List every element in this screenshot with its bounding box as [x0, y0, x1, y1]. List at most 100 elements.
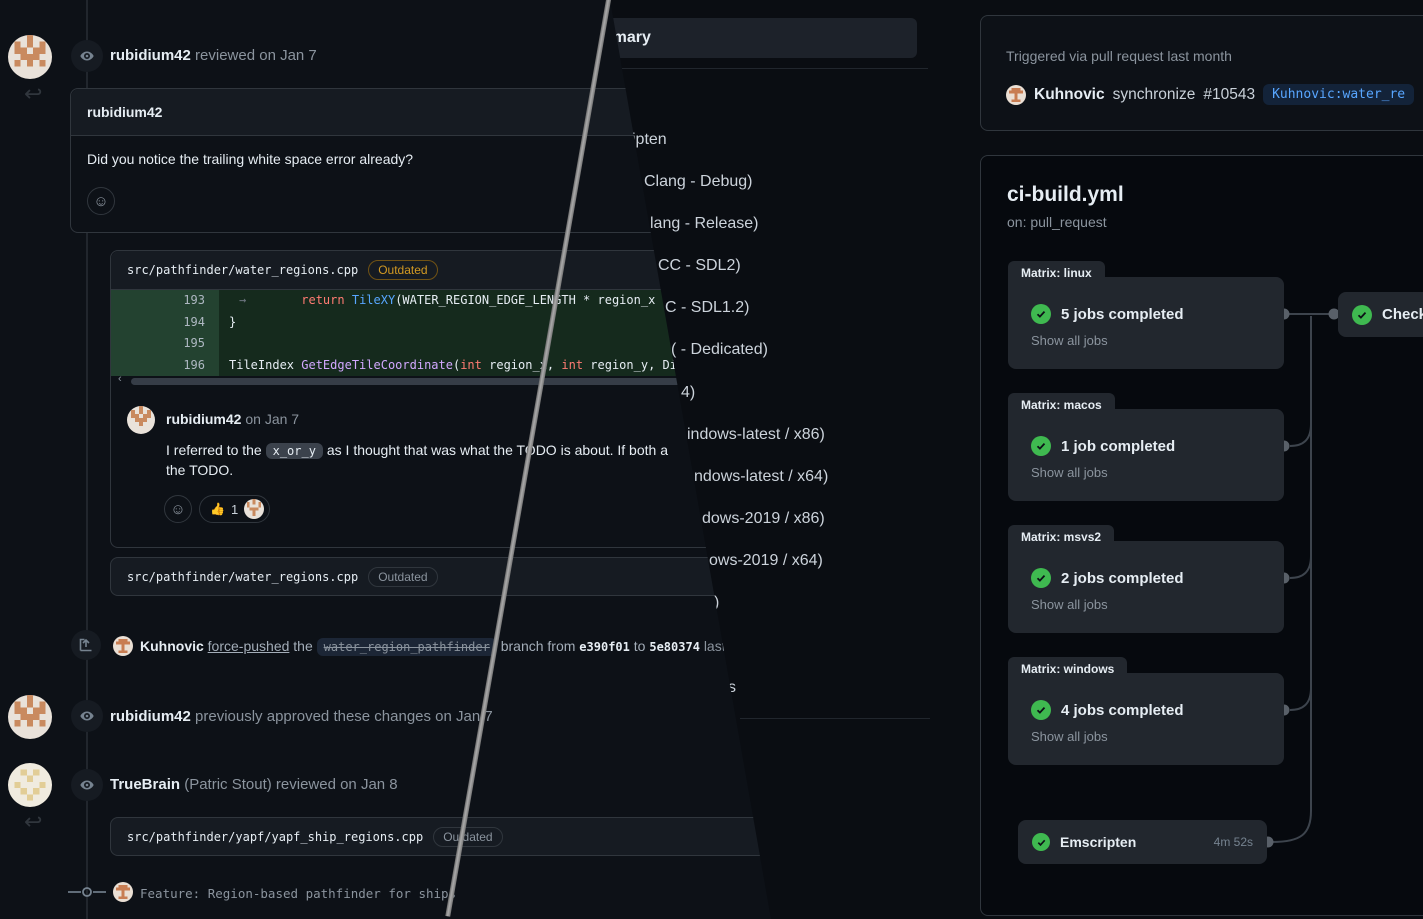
- eye-review-badge: [71, 769, 103, 801]
- success-check-icon: [1031, 436, 1051, 456]
- job-list-item[interactable]: CC - SDL2): [658, 257, 741, 275]
- success-check-icon: [1032, 833, 1050, 851]
- scroll-left-icon[interactable]: ‹: [118, 373, 122, 385]
- force-push-link[interactable]: force-pushed: [208, 638, 290, 654]
- review-author-link[interactable]: TrueBrain: [110, 776, 180, 793]
- review-event: rubidium42 reviewed on Jan 7: [110, 47, 317, 64]
- success-check-icon: [1352, 305, 1372, 325]
- identicon-kuhnovic: [113, 882, 133, 902]
- commit-message-link[interactable]: Feature: Region-based pathfinder for shi…: [140, 886, 456, 901]
- identicon-rubidium42: [244, 499, 264, 519]
- job-list-item[interactable]: ows-2019 / x64): [709, 552, 823, 570]
- jobs-status: 5 jobs completed: [1061, 306, 1184, 323]
- workflow-graph-panel: ci-build.yml on: pull_request: [980, 155, 1423, 916]
- avatar[interactable]: [8, 35, 52, 79]
- sidebar-divider: [740, 718, 930, 719]
- thread-comment-body: I referred to the x_or_y as I thought th…: [166, 439, 668, 463]
- thread-comment-body-line2: the TODO.: [166, 462, 233, 478]
- branch-label[interactable]: Kuhnovic:water_re: [1263, 84, 1414, 105]
- file-path[interactable]: src/pathfinder/water_regions.cpp: [127, 570, 358, 584]
- job-node-check-annotations[interactable]: Check An: [1338, 292, 1423, 337]
- identicon-rubidium42: [127, 406, 155, 434]
- outdated-badge: Outdated: [368, 567, 437, 587]
- force-push-event: Kuhnovic force-pushed the water_region_p…: [140, 638, 726, 654]
- job-node-emscripten[interactable]: Emscripten 4m 52s: [1018, 820, 1267, 864]
- eye-review-badge: [71, 40, 103, 72]
- avatar[interactable]: [1006, 85, 1026, 105]
- show-all-jobs-link[interactable]: Show all jobs: [1031, 333, 1108, 348]
- matrix-card-windows[interactable]: 4 jobs completed Show all jobs: [1008, 673, 1284, 765]
- approved-event: rubidium42 previously approved these cha…: [110, 708, 493, 725]
- add-reaction-button[interactable]: ☺: [164, 495, 192, 523]
- show-all-jobs-link[interactable]: Show all jobs: [1031, 465, 1108, 480]
- review-event: TrueBrain (Patric Stout) reviewed on Jan…: [110, 776, 398, 793]
- avatar[interactable]: [127, 406, 155, 434]
- eye-review-badge: [71, 700, 103, 732]
- file-path[interactable]: src/pathfinder/water_regions.cpp: [127, 263, 358, 277]
- repo-push-icon: [78, 637, 94, 653]
- comment-body: Did you notice the trailing white space …: [87, 151, 413, 167]
- review-meta: (Patric Stout) reviewed on Jan 8: [184, 776, 397, 793]
- commit-sha-from[interactable]: e390f01: [579, 640, 630, 654]
- job-name: Emscripten: [1060, 834, 1136, 850]
- matrix-card-macos[interactable]: 1 job completed Show all jobs: [1008, 409, 1284, 501]
- review-author-link[interactable]: rubidium42: [110, 708, 191, 725]
- actor-link[interactable]: Kuhnovic: [1034, 86, 1105, 104]
- show-all-jobs-link[interactable]: Show all jobs: [1031, 729, 1108, 744]
- reaction-count: 1: [231, 502, 238, 517]
- jobs-status: 4 jobs completed: [1061, 702, 1184, 719]
- identicon-kuhnovic: [1006, 85, 1026, 105]
- run-info-panel: Triggered via pull request last month Ku…: [980, 15, 1423, 131]
- file-path[interactable]: src/pathfinder/yapf/yapf_ship_regions.cp…: [127, 830, 423, 844]
- job-list-item[interactable]: lang - Release): [650, 215, 759, 233]
- outdated-badge: Outdated: [368, 260, 437, 280]
- avatar[interactable]: [8, 763, 52, 807]
- matrix-card-msys2[interactable]: 2 jobs completed Show all jobs: [1008, 541, 1284, 633]
- pr-checks-split-screenshot: ↩ rubidium42 reviewed on Jan 7 rubidium4…: [0, 0, 1423, 919]
- job-list-item[interactable]: dows-2019 / x86): [702, 510, 825, 528]
- avatar[interactable]: [8, 695, 52, 739]
- job-list-item[interactable]: C - SDL1.2): [665, 299, 749, 317]
- commit-sha-to[interactable]: 5e80374: [649, 640, 700, 654]
- reply-arrow-icon: ↩: [24, 83, 42, 105]
- pr-number-link[interactable]: #10543: [1203, 86, 1255, 104]
- avatar[interactable]: [113, 636, 133, 656]
- success-check-icon: [1031, 700, 1051, 720]
- matrix-card-linux[interactable]: 5 jobs completed Show all jobs: [1008, 277, 1284, 369]
- reply-arrow-icon: ↩: [24, 811, 42, 833]
- review-author-link[interactable]: rubidium42: [110, 47, 191, 64]
- job-list-item[interactable]: ( - Dedicated): [671, 341, 768, 359]
- job-list-item[interactable]: ipten: [632, 131, 667, 149]
- force-push-badge: [71, 630, 101, 660]
- review-meta: previously approved these changes on Jan…: [195, 708, 493, 725]
- job-list-item[interactable]: ndows-latest / x64): [694, 468, 828, 486]
- comment-date[interactable]: on Jan 7: [245, 411, 299, 427]
- review-meta: reviewed on Jan 7: [195, 47, 317, 64]
- identicon-rubidium42: [8, 35, 52, 79]
- identicon-truebrain: [8, 763, 52, 807]
- job-name: Check An: [1382, 306, 1423, 323]
- eye-icon: [79, 777, 95, 793]
- job-list-item[interactable]: 4): [681, 384, 695, 402]
- avatar[interactable]: [113, 882, 133, 902]
- add-reaction-button[interactable]: ☺: [87, 187, 115, 215]
- job-list-item[interactable]: Clang - Debug): [644, 173, 753, 191]
- comment-author-link[interactable]: rubidium42: [166, 411, 241, 427]
- thumbs-up-reaction-pill[interactable]: 👍 1: [199, 495, 270, 523]
- reactor-avatar[interactable]: [244, 499, 264, 519]
- smiley-icon: ☺: [93, 193, 108, 210]
- run-event: synchronize: [1113, 86, 1196, 104]
- inline-code: x_or_y: [266, 443, 323, 459]
- run-actor-row: Kuhnovic synchronize #10543 Kuhnovic:wat…: [1006, 84, 1414, 105]
- actor-link[interactable]: Kuhnovic: [140, 638, 204, 654]
- success-check-icon: [1031, 568, 1051, 588]
- deleted-branch-label: water_region_pathfinder: [317, 638, 497, 656]
- thread-comment-header: rubidium42 on Jan 7: [166, 411, 299, 427]
- identicon-rubidium42: [8, 695, 52, 739]
- job-list-item[interactable]: indows-latest / x86): [687, 426, 825, 444]
- show-all-jobs-link[interactable]: Show all jobs: [1031, 597, 1108, 612]
- eye-icon: [79, 48, 95, 64]
- comment-anchor-arrow-icon: →: [239, 290, 246, 312]
- job-duration: 4m 52s: [1214, 835, 1253, 849]
- smiley-icon: ☺: [170, 501, 185, 518]
